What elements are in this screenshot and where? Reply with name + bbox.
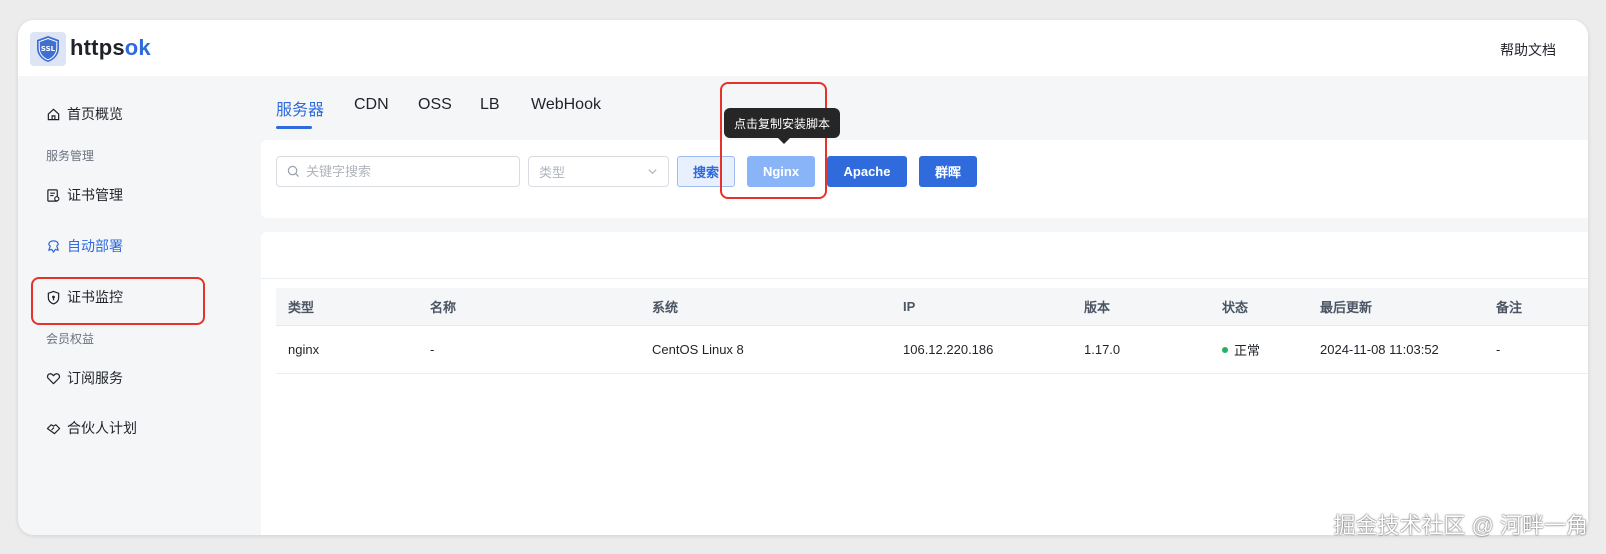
help-docs-link[interactable]: 帮助文档	[1500, 40, 1556, 60]
server-list-panel: 类型 名称 系统 IP 版本 状态 最后更新 备注 nginx - CentOS…	[261, 232, 1588, 535]
tab-oss[interactable]: OSS	[418, 96, 452, 114]
deploy-icon	[48, 239, 59, 253]
column-header-ip: IP	[903, 299, 916, 314]
cell-version: 1.17.0	[1084, 342, 1121, 357]
shield-icon	[47, 290, 60, 305]
cell-status: 正常	[1222, 326, 1260, 373]
keyword-search-box[interactable]	[276, 156, 520, 187]
sidebar: 首页概览 服务管理 证书管理 自动部署 证书监控 会员权益 订阅服务 合伙人计划	[18, 76, 261, 535]
tab-cdn[interactable]: CDN	[354, 96, 389, 114]
sidebar-item-label: 证书管理	[67, 187, 123, 203]
sidebar-item-label: 自动部署	[67, 238, 123, 254]
sidebar-group-service: 服务管理	[46, 149, 95, 163]
shield-logo-icon: SSL	[37, 36, 59, 62]
watermark-text: 掘金技术社区 @ 河畔一角	[1333, 513, 1588, 538]
server-table: 类型 名称 系统 IP 版本 状态 最后更新 备注 nginx - CentOS…	[276, 288, 1588, 374]
column-header-updated: 最后更新	[1320, 300, 1373, 315]
tab-server[interactable]: 服务器	[276, 96, 324, 120]
column-header-type: 类型	[288, 300, 315, 315]
keyword-search-input[interactable]	[306, 164, 506, 179]
copy-script-tooltip: 点击复制安装脚本	[724, 108, 840, 144]
search-button[interactable]: 搜索	[677, 156, 735, 187]
cell-updated: 2024-11-08 11:03:52	[1320, 342, 1439, 357]
ssl-logo[interactable]: SSL	[30, 32, 66, 66]
sidebar-item-label: 订阅服务	[67, 370, 123, 386]
column-header-version: 版本	[1084, 300, 1111, 315]
cell-note: -	[1496, 342, 1501, 357]
handshake-icon	[46, 423, 61, 434]
heart-icon	[46, 372, 61, 384]
app-window: SSL httpsok 帮助文档 首页概览 服务管理 证书管理 自动部署 证书监…	[18, 20, 1588, 535]
sidebar-item-label: 合伙人计划	[67, 420, 137, 436]
sidebar-item-label: 证书监控	[67, 289, 123, 305]
status-dot-icon	[1222, 346, 1228, 353]
cell-name: -	[430, 342, 435, 357]
panel-divider	[261, 278, 1588, 279]
tab-webhook[interactable]: WebHook	[531, 96, 601, 114]
column-header-note: 备注	[1496, 300, 1523, 315]
top-header: SSL httpsok 帮助文档	[18, 20, 1588, 76]
cell-system: CentOS Linux 8	[652, 342, 744, 357]
chevron-down-icon	[648, 169, 657, 175]
active-tab-indicator	[276, 126, 312, 129]
filter-toolbar: 类型 搜索 Nginx Apache 群晖	[261, 140, 1588, 218]
certificate-icon	[47, 188, 60, 202]
sidebar-item-monitoring[interactable]: 证书监控	[46, 287, 123, 307]
synology-button[interactable]: 群晖	[919, 156, 977, 187]
brand-suffix: ok	[124, 35, 151, 60]
sidebar-item-certificates[interactable]: 证书管理	[46, 185, 123, 205]
type-select-placeholder: 类型	[539, 165, 566, 180]
table-header: 类型 名称 系统 IP 版本 状态 最后更新 备注	[276, 288, 1588, 326]
main-content: 服务器 CDN OSS LB WebHook 类型 搜索 Nginx Apach…	[261, 76, 1588, 535]
nginx-button[interactable]: Nginx	[747, 156, 815, 187]
logo-text: SSL	[41, 45, 56, 53]
brand-prefix: https	[70, 35, 125, 60]
status-label: 正常	[1234, 343, 1261, 358]
column-header-system: 系统	[652, 300, 679, 315]
cell-type: nginx	[288, 342, 320, 357]
brand-name[interactable]: httpsok	[70, 35, 151, 61]
tab-lb[interactable]: LB	[480, 96, 500, 114]
sidebar-item-label: 首页概览	[67, 106, 123, 122]
type-select[interactable]: 类型	[528, 156, 669, 187]
sidebar-group-membership: 会员权益	[46, 332, 95, 346]
sidebar-item-subscription[interactable]: 订阅服务	[46, 368, 123, 388]
table-row[interactable]: nginx - CentOS Linux 8 106.12.220.186 1.…	[276, 326, 1588, 374]
sidebar-item-partner[interactable]: 合伙人计划	[46, 418, 137, 438]
search-icon	[287, 165, 300, 178]
sidebar-item-auto-deploy[interactable]: 自动部署	[46, 236, 123, 256]
apache-button[interactable]: Apache	[827, 156, 907, 187]
cell-ip: 106.12.220.186	[903, 342, 994, 357]
column-header-status: 状态	[1222, 300, 1249, 315]
home-icon	[47, 108, 60, 120]
sidebar-item-home[interactable]: 首页概览	[46, 104, 123, 124]
column-header-name: 名称	[430, 300, 457, 315]
